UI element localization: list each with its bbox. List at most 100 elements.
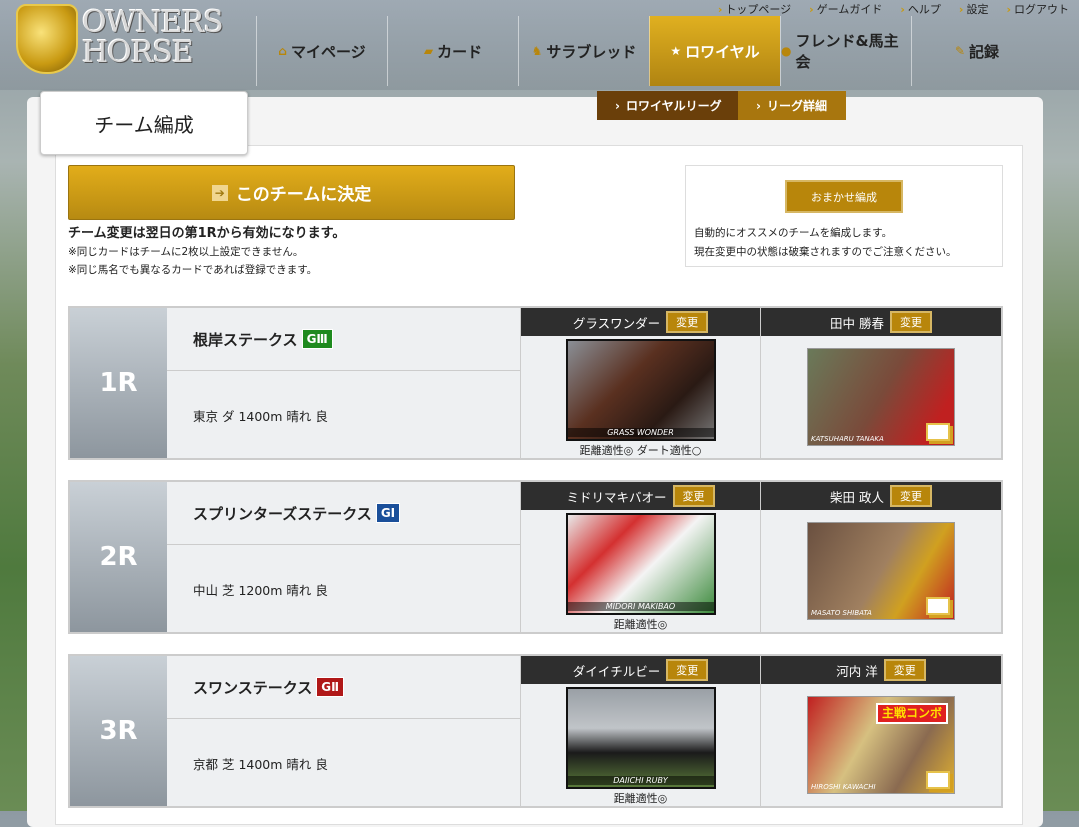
card-stack-icon: [926, 771, 950, 789]
horse-card-caption: GRASS WONDER: [567, 428, 714, 437]
jockey-name: 田中 勝春: [830, 315, 884, 331]
horse-card-caption: DAIICHI RUBY: [567, 776, 714, 785]
race-conditions: 東京 ダ 1400m 晴れ 良: [193, 408, 328, 424]
card-stack-icon: [926, 423, 950, 441]
change-jockey-button[interactable]: 変更: [889, 311, 932, 333]
change-horse-button[interactable]: 変更: [672, 485, 715, 507]
nav-label: フレンド&馬主会: [795, 32, 899, 71]
nav-label: カード: [437, 42, 483, 61]
grade-badge: GⅠ: [375, 503, 401, 523]
notes: チーム変更は翌日の第1Rから有効になります。 ※同じカードはチームに2枚以上設定…: [68, 222, 345, 277]
race-number: 3R: [70, 656, 167, 806]
horse-slot: ダイイチルビー 変更 DAIICHI RUBY 距離適性◎: [520, 656, 760, 806]
auto-team-button[interactable]: おまかせ編成: [785, 180, 903, 213]
horse-card[interactable]: GRASS WONDER: [565, 339, 716, 441]
horse-slot: ミドリマキバオー 変更 MIDORI MAKIBAO 距離適性◎: [520, 482, 760, 632]
main-nav: ⌂ マイページ ▰ カード ♞ サラブレッド ★ ロワイヤル ● フレンド&馬主会 ✎ 記録: [256, 16, 1042, 86]
auto-desc: 自動的にオススメのチームを編成します。: [694, 227, 893, 239]
change-jockey-button[interactable]: 変更: [889, 485, 932, 507]
jockey-name: 河内 洋: [836, 663, 878, 679]
race-conditions: 中山 芝 1200m 晴れ 良: [193, 582, 328, 598]
grade-badge: GⅢ: [301, 329, 333, 349]
logo[interactable]: OWNERS HORSE: [16, 4, 246, 76]
decide-label: このチームに決定: [235, 185, 372, 205]
change-horse-button[interactable]: 変更: [666, 311, 709, 333]
nav-label: ロワイヤル: [685, 42, 760, 61]
link-logout[interactable]: ログアウト: [1006, 1, 1069, 17]
change-jockey-button[interactable]: 変更: [883, 659, 926, 681]
auto-warning: 現在変更中の状態は破棄されますのでご注意ください。: [694, 246, 957, 258]
star-icon: ★: [670, 44, 682, 58]
jockey-card[interactable]: MASATO SHIBATA: [807, 522, 955, 620]
race-name: スプリンターズステークス: [193, 504, 372, 523]
nav-records[interactable]: ✎ 記録: [911, 16, 1042, 86]
jockey-card-caption: MASATO SHIBATA: [811, 609, 872, 617]
race-name-cell: 根岸ステークス GⅢ: [167, 308, 520, 371]
nav-mypage[interactable]: ⌂ マイページ: [256, 16, 387, 86]
jockey-card[interactable]: KATSUHARU TANAKA: [807, 348, 955, 446]
combo-badge: 主戦コンボ: [875, 703, 948, 724]
aptitude-text: 距離適性◎: [613, 792, 668, 805]
jockey-name: 柴田 政人: [830, 489, 884, 505]
grade-badge: GⅡ: [316, 677, 345, 697]
link-top[interactable]: トップページ: [718, 1, 791, 17]
horse-name: グラスワンダー: [572, 315, 661, 331]
nav-friend[interactable]: ● フレンド&馬主会: [780, 16, 911, 86]
subnav-royal-league[interactable]: ロワイヤルリーグ: [597, 91, 738, 120]
nav-label: 記録: [969, 42, 1000, 61]
race-name-cell: スプリンターズステークス GⅠ: [167, 482, 520, 545]
crest-icon: [16, 4, 78, 74]
race-number: 2R: [70, 482, 167, 632]
race-number: 1R: [70, 308, 167, 458]
note: ※同じ馬名でも異なるカードであれば登録できます。: [68, 264, 318, 276]
nav-thoroughbred[interactable]: ♞ サラブレッド: [518, 16, 649, 86]
link-guide[interactable]: ゲームガイド: [809, 1, 883, 17]
aptitude-text: 距離適性◎: [613, 618, 668, 631]
auto-team-box: おまかせ編成 自動的にオススメのチームを編成します。現在変更中の状態は破棄されま…: [685, 165, 1003, 267]
card-stack-icon: [926, 597, 950, 615]
decide-team-button[interactable]: ➔ このチームに決定: [68, 165, 515, 220]
horse-card[interactable]: MIDORI MAKIBAO: [565, 513, 716, 615]
nav-royal[interactable]: ★ ロワイヤル: [649, 16, 780, 86]
change-horse-button[interactable]: 変更: [666, 659, 709, 681]
race-conditions: 京都 芝 1400m 晴れ 良: [193, 756, 328, 772]
note-main: チーム変更は翌日の第1Rから有効になります。: [68, 226, 346, 241]
nav-label: サラブレッド: [546, 42, 637, 61]
logo-line2: HORSE: [82, 35, 194, 70]
pencil-icon: ✎: [954, 44, 966, 58]
logo-text: OWNERS HORSE: [82, 5, 224, 70]
race-name: 根岸ステークス: [193, 330, 298, 349]
race-row: 2R スプリンターズステークス GⅠ 中山 芝 1200m 晴れ 良 ミドリマキバ…: [68, 480, 1003, 634]
jockey-slot: 田中 勝春 変更 KATSUHARU TANAKA: [760, 308, 1001, 458]
horse-name: ミドリマキバオー: [566, 489, 667, 505]
race-row: 3R スワンステークス GⅡ 京都 芝 1400m 晴れ 良 ダイイチルビー 変更 …: [68, 654, 1003, 808]
top-links: トップページ ゲームガイド ヘルプ 設定 ログアウト: [718, 1, 1069, 17]
nav-label: マイページ: [290, 42, 366, 61]
jockey-card-caption: HIROSHI KAWACHI: [811, 783, 876, 791]
jockey-card-caption: KATSUHARU TANAKA: [811, 435, 884, 443]
note: ※同じカードはチームに2枚以上設定できません。: [68, 246, 304, 258]
logo-line1: OWNERS: [82, 5, 224, 40]
page-title: チーム編成: [40, 91, 248, 155]
nav-card[interactable]: ▰ カード: [387, 16, 518, 86]
jockey-slot: 河内 洋変更 主戦コンボ HIROSHI KAWACHI: [760, 656, 1001, 806]
race-name: スワンステークス: [193, 678, 313, 697]
jockey-card[interactable]: 主戦コンボ HIROSHI KAWACHI: [807, 696, 955, 794]
chat-icon: ●: [781, 44, 792, 58]
race-name-cell: スワンステークス GⅡ: [167, 656, 520, 719]
horse-card-caption: MIDORI MAKIBAO: [567, 602, 714, 611]
card-icon: ▰: [423, 44, 434, 58]
arrow-right-icon: ➔: [211, 184, 228, 201]
home-icon: ⌂: [278, 44, 287, 58]
horse-slot: グラスワンダー 変更 GRASS WONDER 距離適性◎ ダート適性○: [520, 308, 760, 458]
sub-nav: ロワイヤルリーグ リーグ詳細: [597, 91, 846, 120]
link-settings[interactable]: 設定: [959, 1, 988, 17]
jockey-slot: 柴田 政人 変更 MASATO SHIBATA: [760, 482, 1001, 632]
link-help[interactable]: ヘルプ: [900, 1, 941, 17]
horse-card[interactable]: DAIICHI RUBY: [565, 687, 716, 789]
race-row: 1R 根岸ステークス GⅢ 東京 ダ 1400m 晴れ 良 グラスワンダー 変更 G…: [68, 306, 1003, 460]
subnav-league-detail[interactable]: リーグ詳細: [738, 91, 846, 120]
horse-icon: ♞: [531, 44, 543, 58]
horse-name: ダイイチルビー: [572, 663, 661, 679]
aptitude-text: 距離適性◎ ダート適性○: [579, 444, 702, 457]
